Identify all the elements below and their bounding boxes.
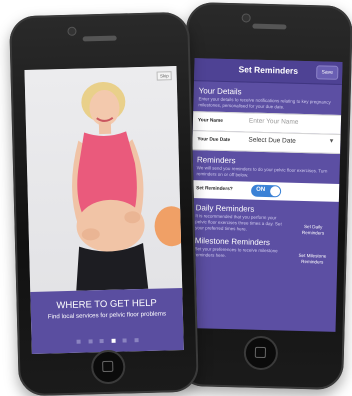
- milestone-reminders-row: Set your preferences to receive mileston…: [194, 246, 332, 265]
- save-button[interactable]: Save: [316, 65, 339, 80]
- page-dot[interactable]: [88, 339, 93, 344]
- daily-reminders-row: It is recommended that you perform your …: [195, 213, 333, 235]
- banner-subtext: Find local services for pelvic floor pro…: [47, 310, 167, 321]
- speaker: [82, 35, 117, 42]
- page-dot[interactable]: [99, 339, 104, 344]
- woman-illustration: [72, 81, 149, 291]
- phone-front: Skip WHERE TO GET HELP Find local servic…: [9, 11, 199, 396]
- set-milestone-reminders-button[interactable]: Set Milestone Reminders: [292, 253, 332, 265]
- page-dot[interactable]: [134, 338, 139, 343]
- chevron-down-icon: ▼: [328, 138, 335, 145]
- page-indicator[interactable]: [31, 328, 183, 350]
- camera-icon: [67, 26, 77, 36]
- nav-bar: Set Reminders Save: [193, 58, 343, 85]
- reminders-toggle[interactable]: ON: [250, 184, 282, 198]
- pregnant-woman-photo: Skip: [24, 66, 184, 292]
- due-date-label: Your Due Date: [197, 137, 231, 144]
- set-reminders-screen: Set Reminders Save Your Details Enter yo…: [187, 58, 343, 332]
- speaker: [252, 23, 287, 30]
- page-dot[interactable]: [76, 339, 82, 344]
- page-dot-active[interactable]: [111, 338, 116, 343]
- daily-reminders-text: It is recommended that you perform your …: [195, 213, 282, 232]
- set-daily-reminders-button[interactable]: Set Daily Reminders: [293, 224, 333, 236]
- toggle-knob: [269, 186, 281, 197]
- due-date-select[interactable]: Select Due Date: [248, 137, 296, 145]
- name-label: Your Name: [197, 118, 223, 124]
- reminders-text: We will send you reminders to do your pe…: [196, 165, 328, 178]
- home-button[interactable]: [90, 349, 126, 385]
- set-reminders-row: Set Reminders? ON: [190, 180, 340, 202]
- skip-button[interactable]: Skip: [156, 71, 172, 81]
- onboarding-screen: Skip WHERE TO GET HELP Find local servic…: [24, 66, 184, 354]
- name-input[interactable]: Enter Your Name: [249, 118, 299, 126]
- due-date-field[interactable]: Your Due Date Select Due Date ▼: [192, 130, 341, 154]
- camera-icon: [241, 13, 251, 23]
- milestone-reminders-text: Set your preferences to receive mileston…: [194, 246, 278, 258]
- page-dot[interactable]: [122, 338, 127, 343]
- phone-back: Set Reminders Save Your Details Enter yo…: [177, 1, 352, 391]
- set-reminders-label: Set Reminders?: [196, 186, 233, 193]
- home-button[interactable]: [243, 335, 279, 371]
- toggle-state: ON: [256, 186, 266, 194]
- your-details-text: Enter your details to receive notificati…: [198, 96, 331, 110]
- info-banner: WHERE TO GET HELP Find local services fo…: [30, 287, 184, 354]
